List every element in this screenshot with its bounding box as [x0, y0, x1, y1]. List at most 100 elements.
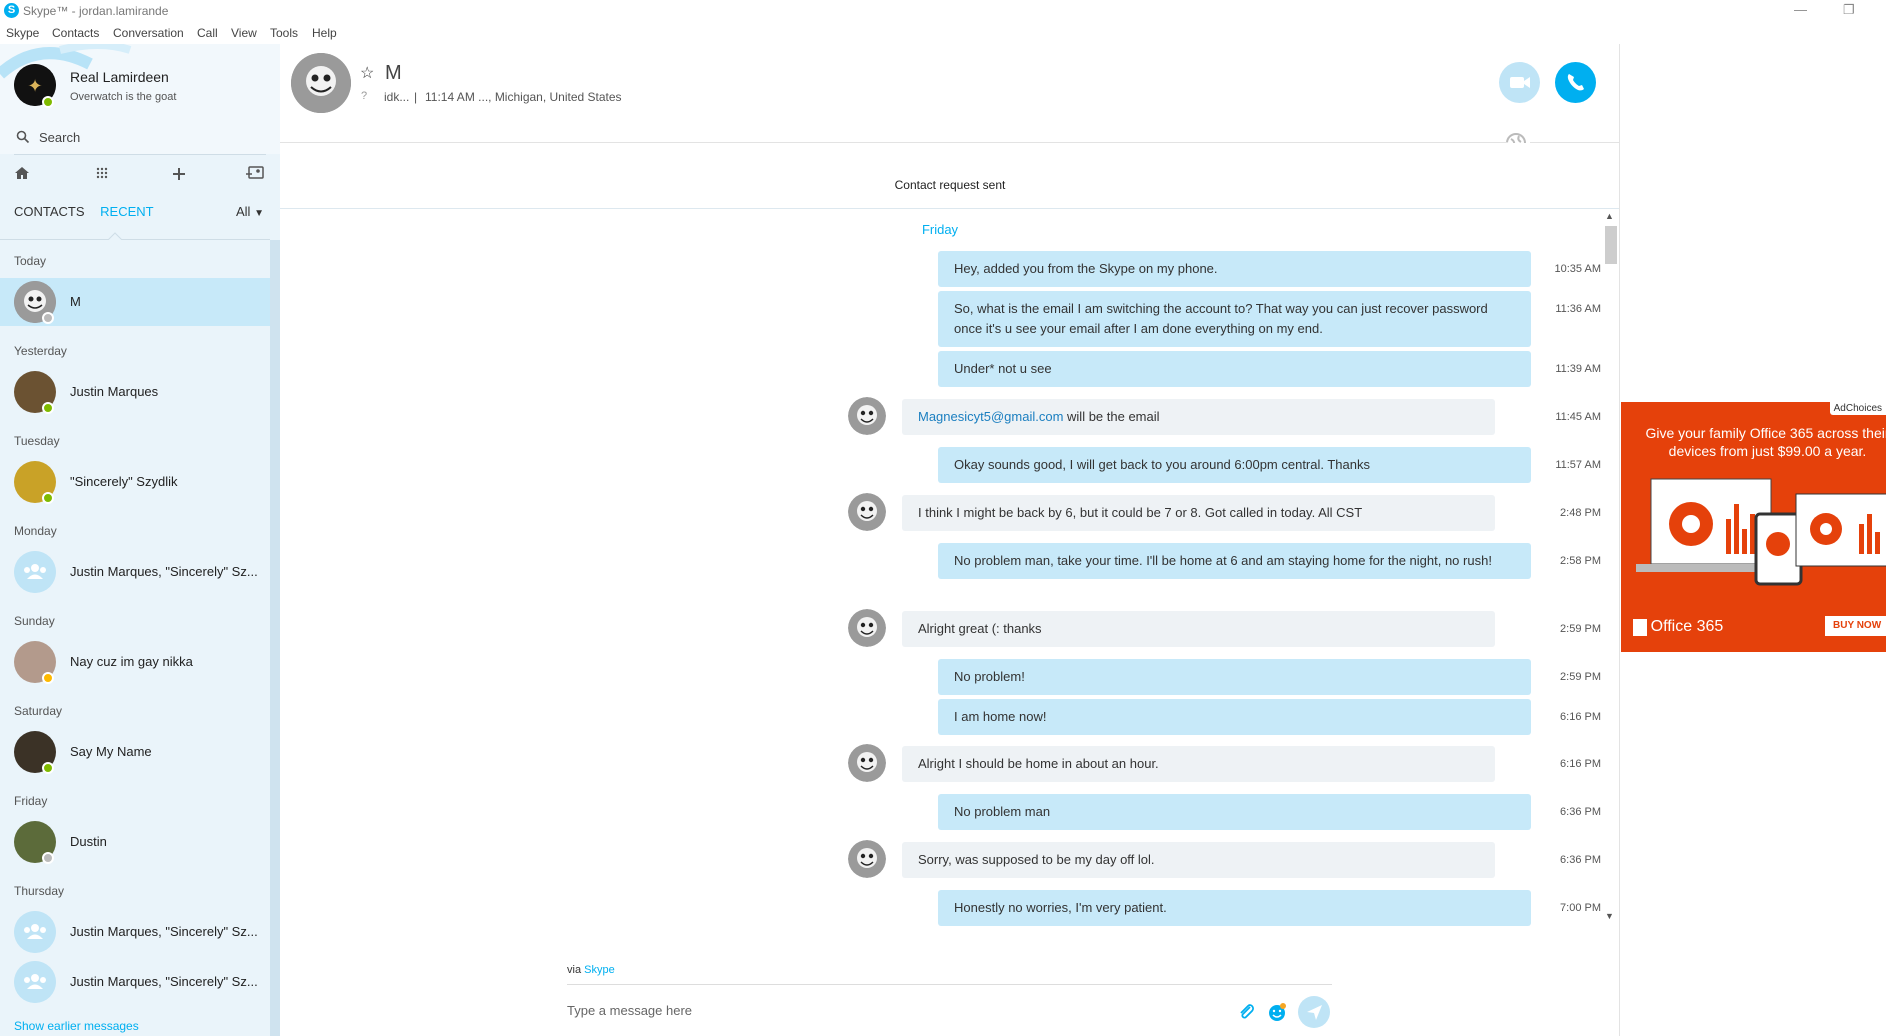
- dialpad-icon[interactable]: [96, 167, 108, 179]
- message-outgoing[interactable]: No problem man: [938, 794, 1531, 830]
- message-text: will be the email: [1063, 409, 1160, 424]
- via-skype-link[interactable]: Skype: [584, 964, 615, 976]
- chat-contact-avatar[interactable]: [291, 53, 351, 113]
- message-outgoing[interactable]: Honestly no worries, I'm very patient.: [938, 890, 1531, 926]
- devices-illustration: [1636, 478, 1886, 586]
- buy-now-button[interactable]: BUY NOW: [1825, 616, 1886, 636]
- message-time: 2:48 PM: [1560, 507, 1601, 519]
- message-time: 10:35 AM: [1554, 263, 1601, 275]
- profile-mood[interactable]: Overwatch is the goat: [70, 91, 176, 103]
- sender-avatar[interactable]: [848, 609, 886, 647]
- menu-skype[interactable]: Skype: [6, 26, 39, 40]
- sender-avatar[interactable]: [848, 840, 886, 878]
- message-outgoing[interactable]: Under* not u see: [938, 351, 1531, 387]
- office-365-logo: Office 365: [1633, 618, 1723, 636]
- show-earlier-link[interactable]: Show earlier messages: [14, 1019, 139, 1033]
- filter-value: All: [236, 204, 251, 219]
- message-incoming[interactable]: Magnesicyt5@gmail.com will be the email: [902, 399, 1495, 435]
- chat-header: ☆ M ? idk... | 11:14 AM ..., Michigan, U…: [280, 44, 1620, 153]
- menu-conversation[interactable]: Conversation: [113, 26, 184, 40]
- tab-contacts[interactable]: CONTACTS: [14, 204, 85, 219]
- profile-name[interactable]: Real Lamirdeen: [70, 69, 169, 85]
- recent-item-dustin[interactable]: Dustin: [0, 818, 270, 866]
- via-label: via Skype: [567, 964, 615, 976]
- recent-item-nay[interactable]: Nay cuz im gay nikka: [0, 638, 270, 686]
- menu-bar: Skype Contacts Conversation Call View To…: [0, 22, 1886, 44]
- contact-card-icon[interactable]: [246, 165, 264, 181]
- sender-avatar[interactable]: [848, 397, 886, 435]
- menu-view[interactable]: View: [231, 26, 257, 40]
- menu-call[interactable]: Call: [197, 26, 218, 40]
- scroll-up-icon[interactable]: ▲: [1605, 211, 1614, 221]
- recent-item-say-my-name[interactable]: Say My Name: [0, 728, 270, 776]
- email-link[interactable]: Magnesicyt5@gmail.com: [918, 409, 1063, 424]
- message-outgoing[interactable]: No problem!: [938, 659, 1531, 695]
- menu-help[interactable]: Help: [312, 26, 337, 40]
- message-outgoing[interactable]: Okay sounds good, I will get back to you…: [938, 447, 1531, 483]
- tab-indicator-icon: [108, 232, 122, 240]
- recent-item-group-chat[interactable]: Justin Marques, "Sincerely" Sz...: [0, 908, 270, 956]
- advertisement[interactable]: AdChoices Give your family Office 365 ac…: [1621, 402, 1886, 652]
- message-time: 11:57 AM: [1555, 459, 1601, 471]
- scroll-thumb[interactable]: [1605, 226, 1617, 264]
- recent-item-sincerely-szydlik[interactable]: "Sincerely" Szydlik: [0, 458, 270, 506]
- contact-name: Say My Name: [70, 744, 152, 759]
- ad-brand: Office 365: [1650, 618, 1724, 635]
- recent-item-m[interactable]: M: [0, 278, 270, 326]
- adchoices-badge[interactable]: AdChoices: [1829, 402, 1886, 415]
- message-outgoing[interactable]: Hey, added you from the Skype on my phon…: [938, 251, 1531, 287]
- message-time: 6:16 PM: [1560, 711, 1601, 723]
- sidebar-scrollbar[interactable]: [270, 240, 280, 1036]
- message-incoming[interactable]: Alright I should be home in about an hou…: [902, 746, 1495, 782]
- restore-button[interactable]: ❐: [1843, 2, 1855, 18]
- message-outgoing[interactable]: So, what is the email I am switching the…: [938, 291, 1531, 347]
- search-box[interactable]: Search: [14, 124, 264, 150]
- contact-name: Justin Marques, "Sincerely" Sz...: [70, 924, 258, 939]
- search-input[interactable]: Search: [39, 130, 80, 145]
- contact-name: Justin Marques: [70, 384, 159, 399]
- sender-avatar[interactable]: [848, 744, 886, 782]
- video-call-button[interactable]: [1499, 62, 1540, 103]
- conversation-pane: Friday Hey, added you from the Skype on …: [280, 209, 1605, 926]
- menu-contacts[interactable]: Contacts: [52, 26, 99, 40]
- title-bar: S Skype™ - jordan.lamirande — ❐: [0, 0, 1886, 22]
- menu-tools[interactable]: Tools: [270, 26, 298, 40]
- message-outgoing[interactable]: I am home now!: [938, 699, 1531, 735]
- minimize-button[interactable]: —: [1794, 2, 1807, 17]
- ad-headline: Give your family Office 365 across their…: [1645, 425, 1886, 459]
- attach-file-icon[interactable]: [1236, 1001, 1256, 1023]
- compose-area: via Skype Type a message here: [280, 940, 1620, 1036]
- recent-item-group-chat[interactable]: Justin Marques, "Sincerely" Sz...: [0, 548, 270, 596]
- message-time: 11:45 AM: [1555, 411, 1601, 423]
- message-time: 6:36 PM: [1560, 854, 1601, 866]
- office-logo-icon: [1633, 618, 1647, 636]
- group-avatar-icon: [14, 961, 56, 1003]
- message-incoming[interactable]: Alright great (: thanks: [902, 611, 1495, 647]
- divider: [14, 154, 266, 155]
- scroll-down-icon[interactable]: ▼: [1605, 911, 1614, 921]
- message-incoming[interactable]: Sorry, was supposed to be my day off lol…: [902, 842, 1495, 878]
- ad-divider: [1619, 44, 1620, 1036]
- section-yesterday: Yesterday: [14, 344, 67, 358]
- group-avatar-icon: [14, 911, 56, 953]
- audio-call-button[interactable]: [1555, 62, 1596, 103]
- emoticon-icon[interactable]: [1266, 1001, 1288, 1023]
- section-tuesday: Tuesday: [14, 434, 60, 448]
- message-outgoing[interactable]: No problem man, take your time. I'll be …: [938, 543, 1531, 579]
- send-button[interactable]: [1298, 996, 1330, 1028]
- conversation-scrollbar[interactable]: ▲ ▼: [1603, 211, 1617, 927]
- message-incoming[interactable]: I think I might be back by 6, but it cou…: [902, 495, 1495, 531]
- recent-item-justin-marques[interactable]: Justin Marques: [0, 368, 270, 416]
- sender-avatar[interactable]: [848, 493, 886, 531]
- tab-recent[interactable]: RECENT: [100, 204, 153, 219]
- message-time: 6:36 PM: [1560, 806, 1601, 818]
- add-icon[interactable]: [172, 167, 186, 181]
- home-icon[interactable]: [14, 166, 30, 180]
- message-input[interactable]: Type a message here: [567, 1003, 692, 1018]
- message-time: 11:39 AM: [1555, 363, 1601, 375]
- filter-dropdown[interactable]: All ▼: [236, 204, 264, 219]
- online-status-icon: [42, 96, 54, 108]
- favorite-star-icon[interactable]: ☆: [360, 63, 374, 83]
- away-status-icon: [42, 672, 54, 684]
- recent-item-group-chat[interactable]: Justin Marques, "Sincerely" Sz...: [0, 958, 270, 1006]
